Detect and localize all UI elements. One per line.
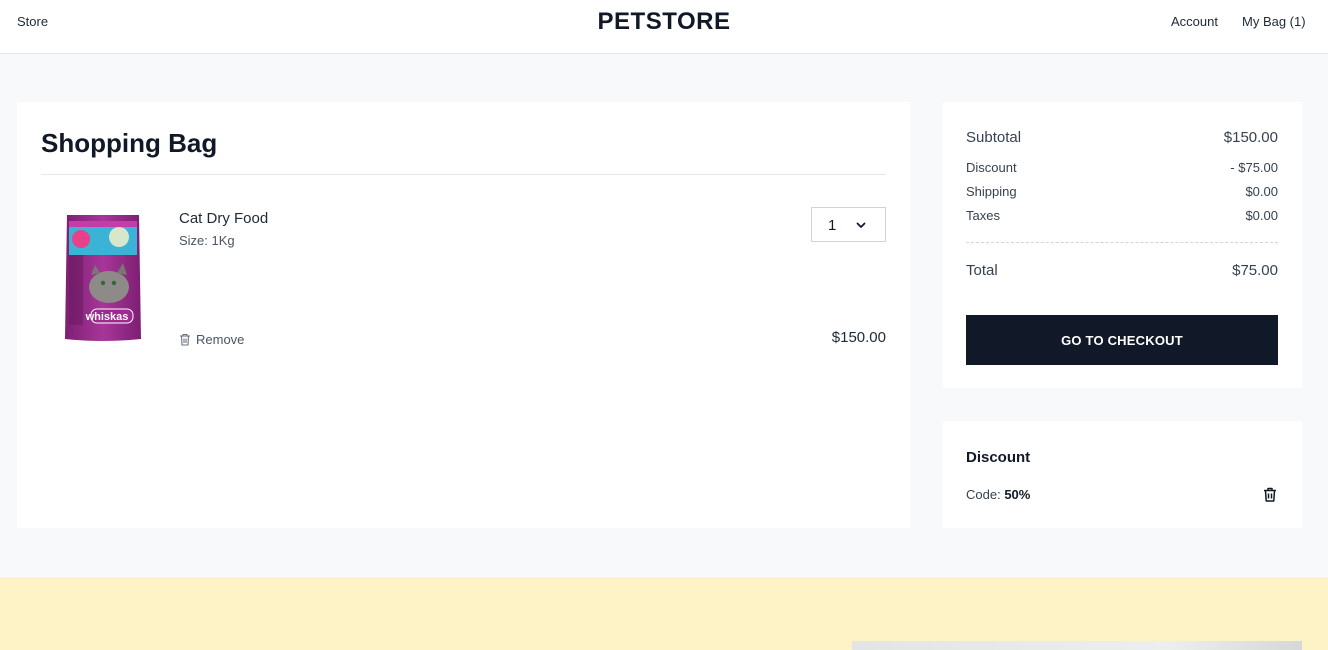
total-label: Total — [966, 262, 998, 279]
discount-panel: Discount Code: 50% — [943, 421, 1302, 528]
total-row: Total $75.00 — [966, 262, 1278, 279]
brand-logo[interactable]: PETSTORE — [0, 8, 1328, 36]
quantity-select[interactable]: 1 — [811, 207, 886, 242]
taxes-label: Taxes — [966, 208, 1000, 223]
order-summary: Subtotal $150.00 Discount - $75.00 Shipp… — [943, 102, 1302, 388]
trash-icon[interactable] — [1263, 487, 1277, 502]
taxes-row: Taxes $0.00 — [966, 208, 1278, 223]
checkout-button[interactable]: GO TO CHECKOUT — [966, 315, 1278, 365]
page-title: Shopping Bag — [41, 128, 218, 158]
quantity-value: 1 — [828, 217, 837, 234]
taxes-value: $0.00 — [1245, 208, 1278, 223]
discount-label: Discount — [966, 160, 1017, 175]
shopping-bag-panel: Shopping Bag whiskas Cat Dry Food Size: … — [17, 102, 910, 528]
discount-title: Discount — [966, 449, 1031, 466]
remove-item-button[interactable]: Remove — [179, 332, 244, 347]
total-value: $75.00 — [1232, 262, 1278, 279]
trash-icon — [180, 333, 190, 346]
account-link[interactable]: Account — [1171, 14, 1218, 29]
product-image[interactable]: whiskas — [63, 213, 143, 343]
subtotal-row: Subtotal $150.00 — [966, 129, 1278, 146]
product-name[interactable]: Cat Dry Food — [179, 210, 268, 227]
shipping-label: Shipping — [966, 184, 1017, 199]
item-price: $150.00 — [831, 329, 886, 346]
discount-value: - $75.00 — [1230, 160, 1278, 175]
discount-code-label: Code: — [966, 487, 1001, 502]
product-size: Size: 1Kg — [179, 233, 235, 248]
promo-banner — [0, 577, 1328, 650]
discount-row: Discount - $75.00 — [966, 160, 1278, 175]
store-link[interactable]: Store — [17, 14, 48, 29]
discount-code-value: 50% — [1004, 487, 1031, 502]
banner-image — [852, 641, 1302, 650]
subtotal-value: $150.00 — [1223, 129, 1278, 146]
discount-code: Code: 50% — [966, 487, 1030, 502]
my-bag-link[interactable]: My Bag (1) — [1242, 14, 1306, 29]
svg-text:whiskas: whiskas — [85, 311, 129, 323]
top-navigation: Store PETSTORE Account My Bag (1) — [0, 0, 1328, 54]
shipping-row: Shipping $0.00 — [966, 184, 1278, 199]
shipping-value: $0.00 — [1245, 184, 1278, 199]
chevron-down-icon — [856, 222, 866, 228]
remove-label: Remove — [196, 332, 245, 347]
summary-divider — [966, 242, 1278, 243]
divider — [41, 174, 886, 175]
subtotal-label: Subtotal — [966, 129, 1022, 146]
